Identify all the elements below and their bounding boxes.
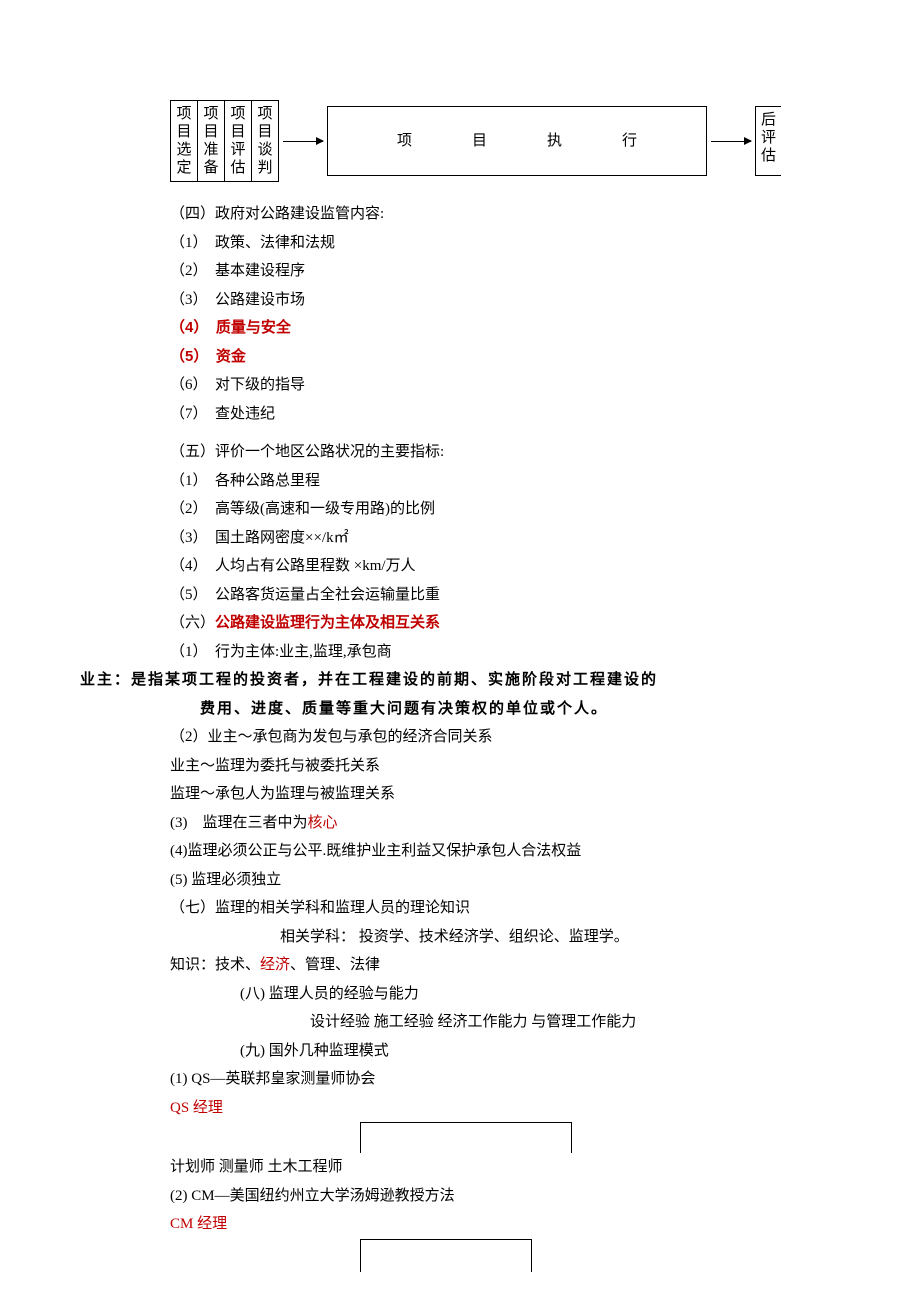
section-6-title: （六）公路建设监理行为主体及相互关系 [170, 609, 840, 638]
arrow-icon [711, 141, 751, 142]
section-5-title: （五）评价一个地区公路状况的主要指标: [170, 438, 840, 467]
text: (3) 监理在三者中为 [170, 815, 308, 831]
list-item: （7） 查处违纪 [170, 400, 840, 429]
list-item: (5) 监理必须独立 [80, 866, 840, 895]
list-item-highlight: （5） 资金 [170, 343, 840, 372]
list-item: （2）业主～承包商为发包与承包的经济合同关系 [170, 723, 840, 752]
list-item: （2） 高等级(高速和一级专用路)的比例 [170, 495, 840, 524]
list-item: （4） 人均占有公路里程数 ×km/万人 [170, 552, 840, 581]
list-item: (4)监理必须公正与公平.既维护业主利益又保护承包人合法权益 [80, 837, 840, 866]
list-item-highlight: （4） 质量与安全 [170, 314, 840, 343]
org-box-icon [360, 1239, 532, 1272]
text-line: 相关学科： 投资学、技术经济学、组织论、监理学。 [170, 923, 840, 952]
flow-cell: 项目谈判 [252, 101, 278, 181]
roles-line: 计划师 测量师 土木工程师 [80, 1153, 840, 1182]
flow-cell: 项目选定 [171, 101, 198, 181]
list-item: （3） 公路建设市场 [170, 286, 840, 315]
cm-manager: CM 经理 [80, 1210, 840, 1239]
text: 、管理、法律 [290, 957, 380, 973]
document-page: 项目选定 项目准备 项目评估 项目谈判 项目执行 后评估 （四）政府对公路建设监… [0, 0, 920, 1312]
text: 知识：技术、 [170, 957, 260, 973]
list-item: (2) CM—美国纽约州立大学汤姆逊教授方法 [80, 1182, 840, 1211]
section-9-title: (九) 国外几种监理模式 [170, 1037, 840, 1066]
knowledge-line: 知识：技术、经济、管理、法律 [80, 951, 840, 980]
flow-cell: 项目准备 [198, 101, 225, 181]
list-item: （1） 政策、法律和法规 [170, 229, 840, 258]
list-item: (1) QS—英联邦皇家测量师协会 [80, 1065, 840, 1094]
section-6-prefix: （六） [170, 615, 215, 631]
text-line: 设计经验 施工经验 经济工作能力 与管理工作能力 [170, 1008, 840, 1037]
org-box-icon [360, 1122, 572, 1153]
list-item: （1） 各种公路总里程 [170, 467, 840, 496]
flow-stage-group: 项目选定 项目准备 项目评估 项目谈判 [170, 100, 279, 182]
section-7-title: （七）监理的相关学科和监理人员的理论知识 [170, 894, 840, 923]
flow-execute-box: 项目执行 [327, 106, 707, 176]
section-4-title: （四）政府对公路建设监管内容: [170, 200, 840, 229]
arrow-icon [283, 141, 323, 142]
content-body: （四）政府对公路建设监管内容: （1） 政策、法律和法规 （2） 基本建设程序 … [170, 200, 840, 1272]
list-item: （6） 对下级的指导 [170, 371, 840, 400]
section-6-highlight: 公路建设监理行为主体及相互关系 [215, 614, 440, 631]
owner-definition: 业主：是指某项工程的投资者，并在工程建设的前期、实施阶段对工程建设的 [80, 666, 840, 695]
list-item: （5） 公路客货运量占全社会运输量比重 [170, 581, 840, 610]
flow-end-box: 后评估 [755, 106, 781, 176]
org-chart-qs [80, 1122, 840, 1153]
section-8-title: (八) 监理人员的经验与能力 [170, 980, 840, 1009]
relation-line: 业主～监理为委托与被委托关系 [80, 752, 840, 781]
list-item: （3） 国土路网密度××/k㎡ [170, 524, 840, 553]
list-item: (3) 监理在三者中为核心 [80, 809, 840, 838]
org-chart-cm [80, 1239, 840, 1272]
flow-diagram: 项目选定 项目准备 项目评估 项目谈判 项目执行 后评估 [170, 100, 840, 182]
text-highlight: 经济 [260, 957, 290, 973]
text-highlight: 核心 [308, 815, 338, 831]
list-item: （1） 行为主体:业主,监理,承包商 [170, 638, 840, 667]
qs-manager: QS 经理 [80, 1094, 840, 1123]
list-item: （2） 基本建设程序 [170, 257, 840, 286]
relation-line: 监理～承包人为监理与被监理关系 [80, 780, 840, 809]
flow-cell: 项目评估 [225, 101, 252, 181]
owner-definition-cont: 费用、进度、质量等重大问题有决策权的单位或个人。 [80, 695, 840, 724]
